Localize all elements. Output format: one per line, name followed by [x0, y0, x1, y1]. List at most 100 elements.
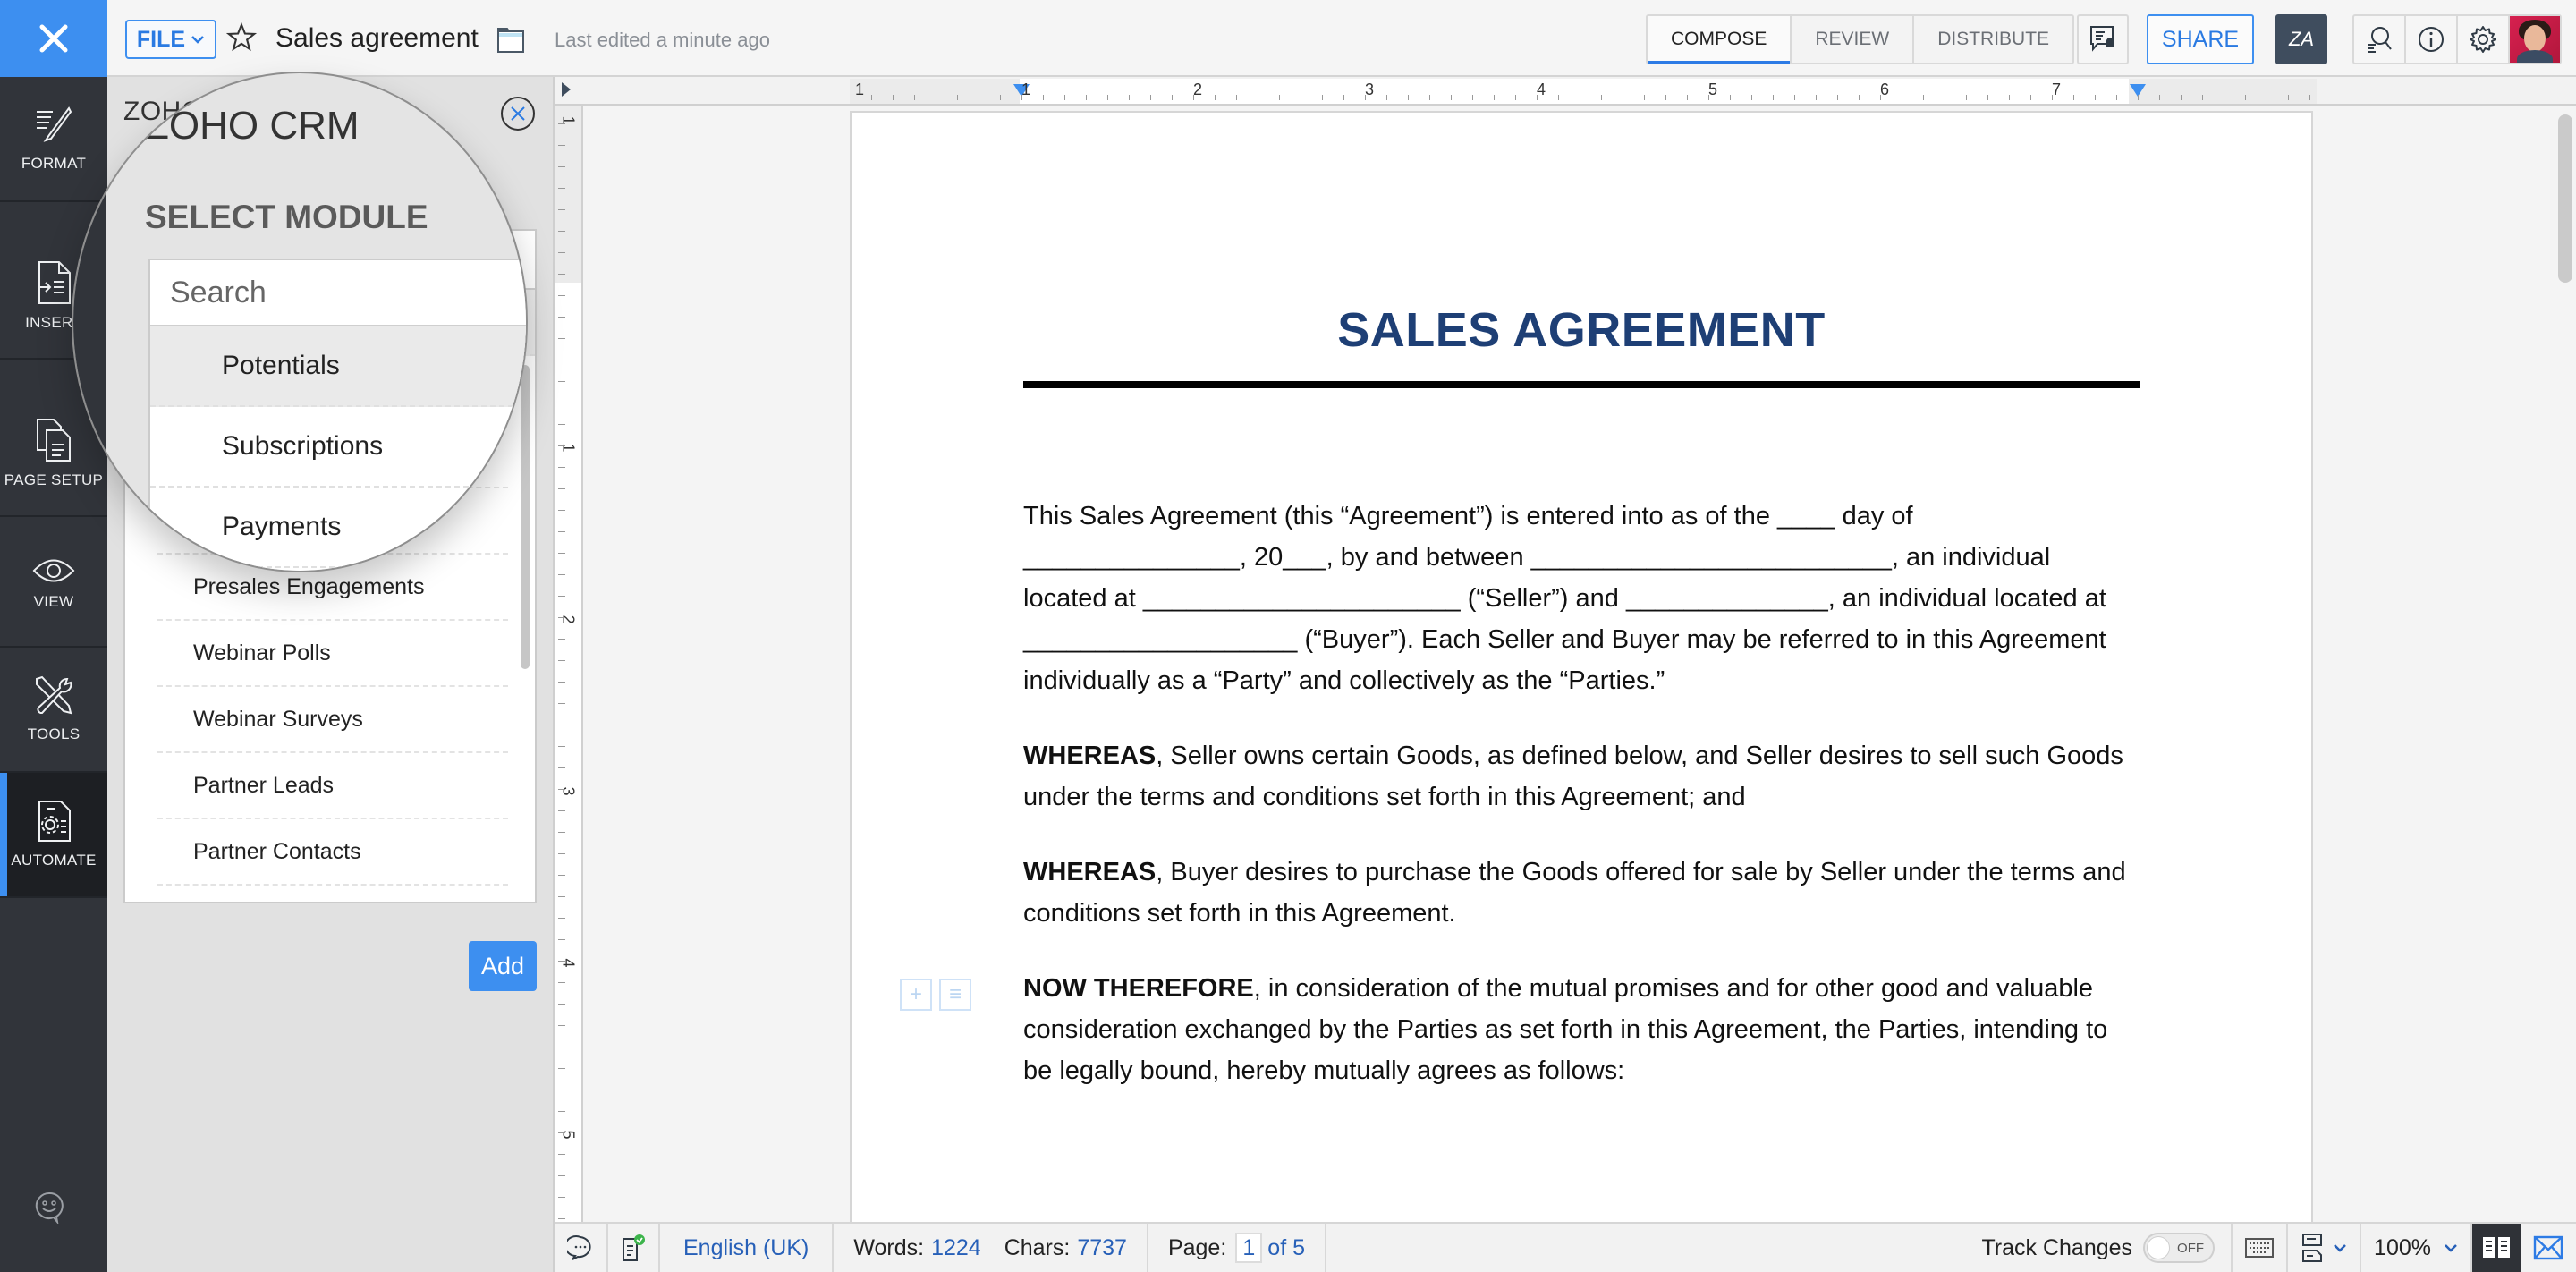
toggle-state: OFF	[2177, 1241, 2205, 1256]
lens-module-item[interactable]: Payments	[150, 488, 526, 568]
add-block-icon[interactable]: +	[900, 979, 932, 1011]
module-item[interactable]: Webinar Polls	[157, 621, 508, 687]
ruler-tick	[558, 682, 565, 683]
user-avatar[interactable]	[2510, 16, 2560, 63]
settings-button[interactable]	[2458, 16, 2510, 63]
module-item[interactable]: Webinar Surveys	[157, 687, 508, 753]
ruler-tick	[558, 553, 565, 554]
ruler-tick	[1279, 95, 1280, 100]
mail-merge-button[interactable]	[2521, 1224, 2576, 1272]
document-title[interactable]: Sales agreement	[275, 23, 479, 54]
ruler-tick	[558, 295, 565, 296]
ruler-number: 5	[559, 1130, 578, 1140]
ruler-tick	[558, 1154, 565, 1155]
lens-module-item[interactable]: Potentials	[150, 326, 526, 407]
ruler-tick	[1687, 95, 1688, 100]
file-menu-button[interactable]: FILE	[125, 20, 216, 59]
track-changes-toggle[interactable]: OFF	[2143, 1233, 2216, 1263]
track-changes-label: Track Changes	[1981, 1234, 2133, 1260]
ruler-tick	[1601, 95, 1602, 100]
magnifier-lens: ZOHO CRM SELECT MODULE Search Potentials…	[72, 72, 528, 572]
tab-review[interactable]: REVIEW	[1792, 16, 1915, 63]
document-page[interactable]: SALES AGREEMENT This Sales Agreement (th…	[850, 111, 2313, 1238]
ruler-tick	[1343, 95, 1344, 100]
tab-compose[interactable]: COMPOSE	[1648, 16, 1792, 64]
close-icon[interactable]	[503, 100, 528, 136]
search-button[interactable]	[2354, 16, 2406, 63]
ruler-tick	[558, 252, 565, 253]
document-body[interactable]: This Sales Agreement (this “Agreement”) …	[1023, 496, 2140, 1125]
feedback-smiley-icon[interactable]	[34, 1191, 64, 1224]
ruler-number: 2	[559, 615, 578, 624]
chars-label: Chars:	[1004, 1234, 1071, 1260]
ruler-tick	[1665, 95, 1666, 100]
language-selector[interactable]: English (UK)	[660, 1224, 835, 1272]
ruler-tick	[558, 789, 565, 790]
paragraph-now-therefore: NOW THEREFORE, in consideration of the m…	[1023, 968, 2140, 1091]
keyboard-button[interactable]	[2231, 1224, 2289, 1272]
document-check-button[interactable]	[608, 1224, 660, 1272]
module-item[interactable]: Partner Leads	[157, 753, 508, 819]
ruler-tick	[1794, 95, 1795, 100]
envelope-icon	[2533, 1235, 2563, 1260]
folder-icon[interactable]	[496, 27, 525, 54]
chevron-down-icon	[2445, 1244, 2457, 1252]
ruler-tick	[558, 574, 565, 575]
ruler-tick	[1365, 95, 1366, 100]
paragraph-intro: This Sales Agreement (this “Agreement”) …	[1023, 502, 2106, 695]
info-button[interactable]	[2406, 16, 2458, 63]
word-char-count: Words: 1224 Chars: 7737	[834, 1224, 1148, 1272]
chars-count: 7737	[1077, 1234, 1127, 1260]
ruler-corner-icon	[562, 82, 571, 97]
tab-distribute[interactable]: DISTRIBUTE	[1914, 16, 2072, 63]
lens-search-input[interactable]: Search	[150, 260, 526, 326]
comments-button[interactable]	[555, 1224, 608, 1272]
paragraph-tools: + ≡	[900, 979, 971, 1011]
comment-bubble-icon	[567, 1235, 591, 1260]
ruler-tick	[1966, 95, 1967, 100]
ruler-tick	[558, 467, 565, 468]
zia-assistant-button[interactable]: ZA	[2275, 14, 2327, 64]
paragraph-menu-icon[interactable]: ≡	[939, 979, 971, 1011]
ruler-tick	[558, 188, 565, 189]
chevron-down-icon	[2334, 1244, 2346, 1252]
module-item[interactable]: Partner Contacts	[157, 819, 508, 886]
rail-item-tools[interactable]: TOOLS	[0, 648, 107, 773]
chevron-down-icon	[191, 36, 204, 44]
gear-icon	[2470, 26, 2496, 53]
close-x-icon	[39, 24, 68, 53]
horizontal-ruler[interactable]: 1 1 2 3 4 5 6 7	[555, 77, 2576, 106]
ruler-tick	[2159, 95, 2160, 100]
page-number-input[interactable]: 1	[1235, 1233, 1263, 1263]
ruler-tick	[558, 166, 565, 167]
rail-item-automate[interactable]: AUTOMATE	[0, 773, 107, 898]
ruler-number: 6	[1880, 81, 1890, 98]
rail-label: TOOLS	[27, 725, 80, 742]
ruler-tick	[2073, 95, 2074, 100]
ruler-tick	[1086, 95, 1087, 100]
ruler-tick	[1451, 95, 1452, 100]
document-scrollbar[interactable]	[2558, 114, 2572, 283]
lens-module-item[interactable]: Subscriptions	[150, 407, 526, 488]
ruler-tick	[1515, 95, 1516, 100]
ruler-number: 2	[1193, 81, 1203, 98]
ruler-tick	[558, 274, 565, 275]
words-count: 1224	[931, 1234, 981, 1260]
automate-gear-doc-icon	[38, 801, 71, 842]
vertical-ruler[interactable]: 112345	[555, 106, 583, 1222]
ruler-tick	[558, 660, 565, 661]
ruler-tick	[558, 1132, 565, 1133]
notifications-button[interactable]	[2077, 14, 2129, 64]
file-label: FILE	[136, 26, 186, 52]
add-button[interactable]: Add	[469, 941, 537, 991]
ruler-tick	[558, 338, 565, 339]
reading-mode-button[interactable]	[2472, 1224, 2521, 1272]
zoom-selector[interactable]: 100%	[2361, 1224, 2472, 1272]
page-layout-button[interactable]	[2288, 1224, 2362, 1272]
close-editor-button[interactable]	[0, 0, 107, 77]
top-bar: FILE Sales agreement Last edited a minut…	[0, 0, 2576, 77]
star-icon[interactable]	[225, 21, 258, 54]
ruler-number: 1	[1021, 81, 1031, 98]
share-button[interactable]: SHARE	[2147, 14, 2254, 64]
open-book-icon	[2483, 1237, 2510, 1258]
